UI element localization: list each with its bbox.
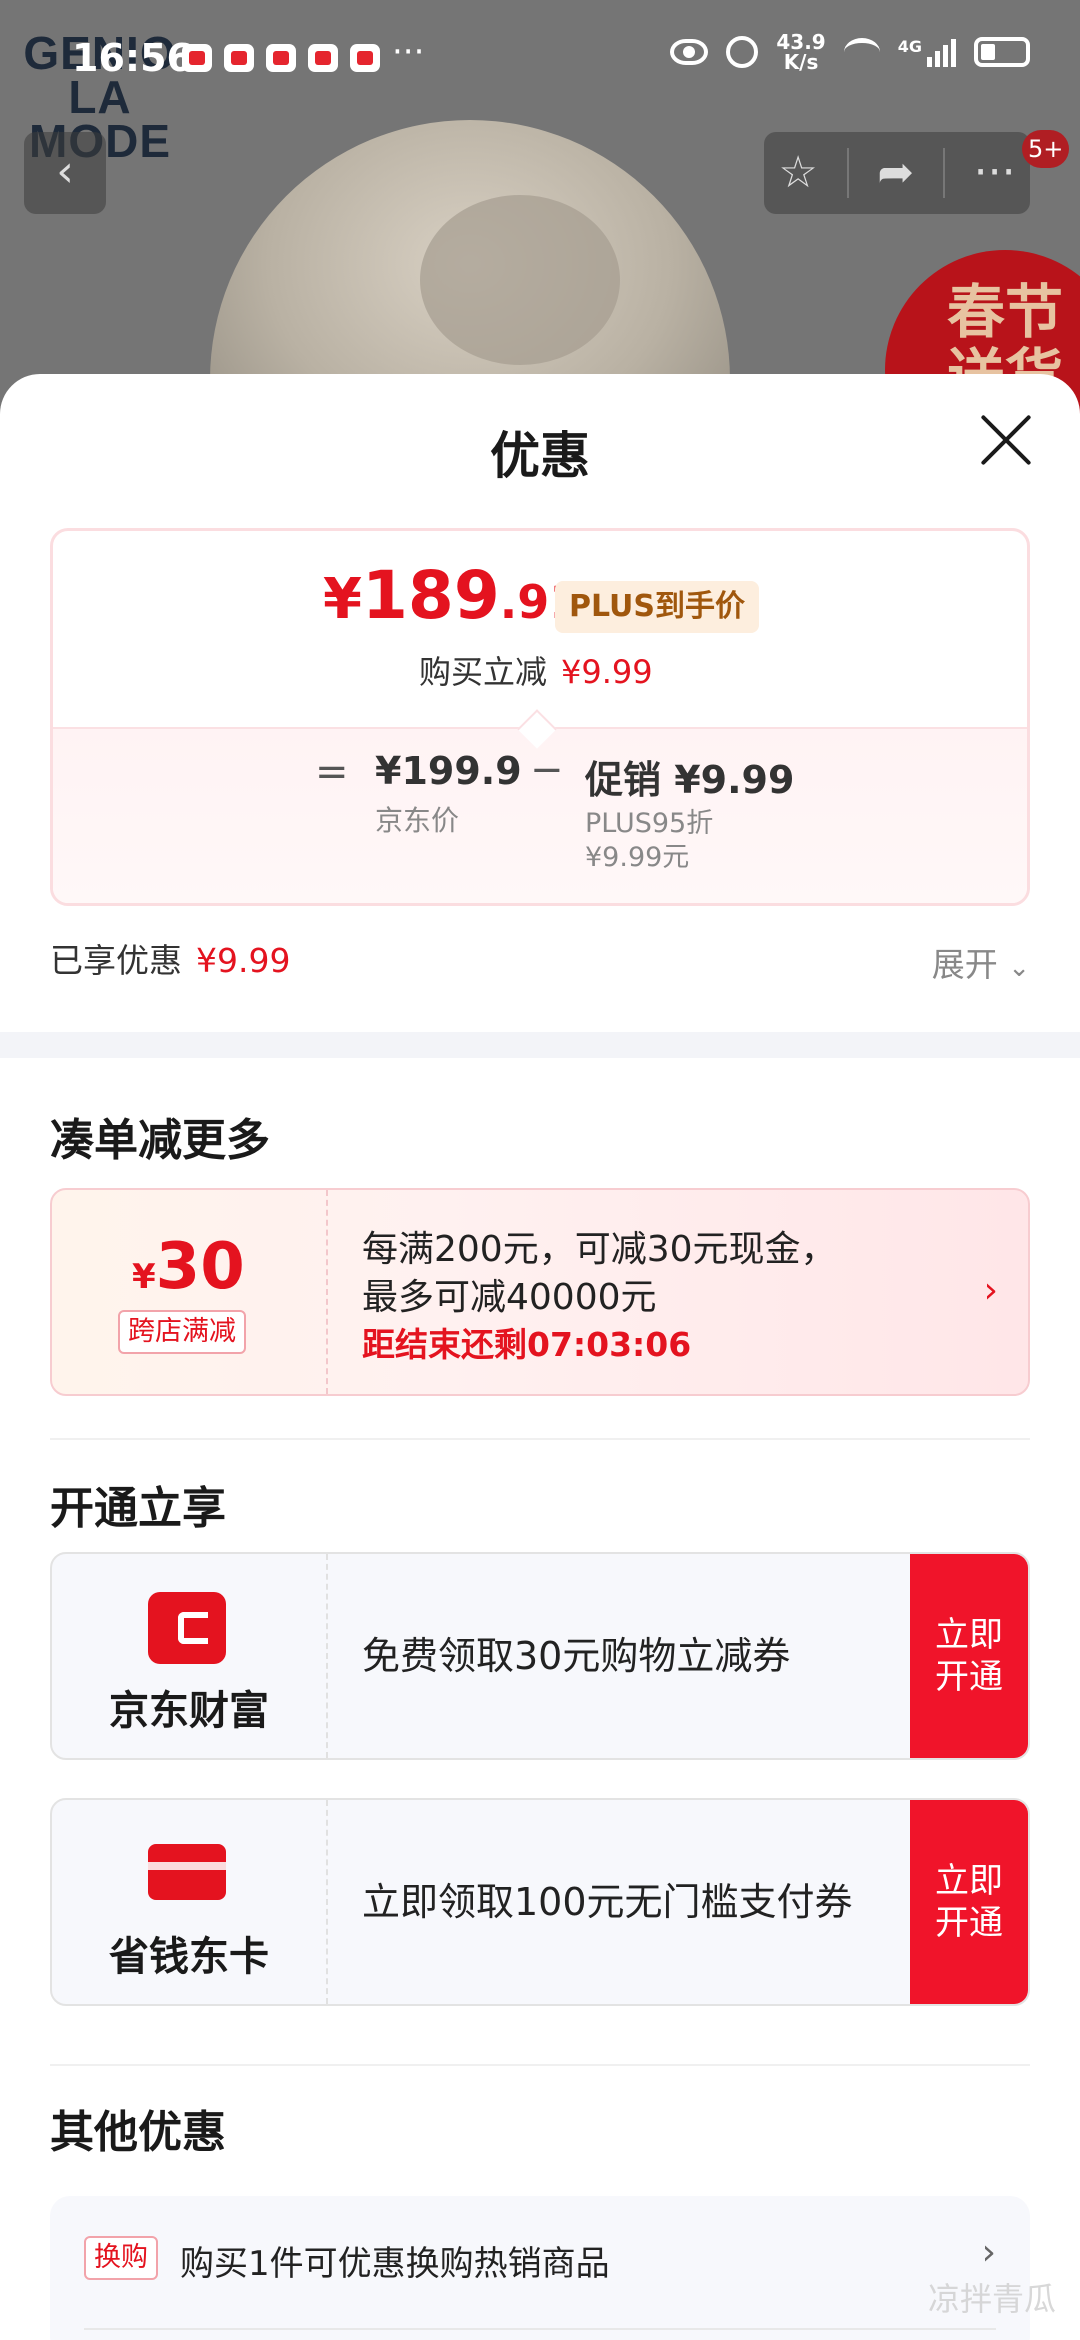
more-menu-icon[interactable]: ··· bbox=[974, 151, 1016, 195]
watermark: 凉拌青瓜 bbox=[927, 2280, 1056, 2318]
status-time: 16:56 bbox=[72, 36, 193, 80]
chevron-right-icon[interactable]: › bbox=[982, 2232, 996, 2273]
notification-icon bbox=[266, 44, 296, 72]
combine-section-title: 凑单减更多 bbox=[50, 1115, 270, 1166]
discount-sheet: 优惠 ¥189.91 PLUS到手价 购买立减 ¥9.99 = ¥199.9 京东… bbox=[0, 374, 1080, 2340]
jd-price: ¥199.9 bbox=[375, 749, 522, 793]
jd-wealth-card[interactable]: 京东财富 免费领取30元购物立减券 立即开通 bbox=[50, 1552, 1030, 1760]
section-divider bbox=[0, 1032, 1080, 1058]
jd-wealth-offer: 免费领取30元购物立减券 bbox=[362, 1634, 791, 1678]
coupon-rule-line2: 最多可减40000元 bbox=[362, 1277, 657, 1318]
status-bar: 16:56 ··· 43.9 K/s 4G bbox=[0, 0, 1080, 120]
more-notifications-icon: ··· bbox=[392, 32, 425, 72]
divider bbox=[50, 2064, 1030, 2066]
network-speed: 43.9 K/s bbox=[776, 30, 826, 74]
enjoyed-discount: 已享优惠 ¥9.99 bbox=[50, 941, 291, 980]
coupon-countdown: 距结束还剩07:03:06 bbox=[362, 1325, 692, 1364]
savings-card-name: 省钱东卡 bbox=[109, 1934, 269, 1980]
notification-icon bbox=[182, 44, 212, 72]
notification-icon bbox=[224, 44, 254, 72]
other-offers-list: 换购 购买1件可优惠换购热销商品 › bbox=[50, 2196, 1030, 2340]
credit-card-icon bbox=[148, 1844, 226, 1900]
open-jd-wealth-button[interactable]: 立即开通 bbox=[910, 1554, 1028, 1758]
alarm-icon bbox=[726, 36, 759, 68]
notification-icon bbox=[350, 44, 380, 72]
notification-icon bbox=[308, 44, 338, 72]
sheet-title: 优惠 bbox=[490, 427, 590, 485]
favorite-star-icon[interactable]: ☆ bbox=[778, 151, 817, 195]
final-price: ¥189.91 bbox=[323, 557, 582, 634]
close-icon[interactable] bbox=[976, 410, 1036, 470]
share-icon[interactable]: ➦ bbox=[877, 151, 914, 195]
jd-wealth-icon bbox=[148, 1592, 226, 1664]
other-section-title: 其他优惠 bbox=[50, 2107, 226, 2158]
coupon-rule-line1: 每满200元，可减30元现金， bbox=[362, 1229, 837, 1270]
plus-price-tag: PLUS到手价 bbox=[555, 581, 760, 633]
cross-store-coupon[interactable]: ¥30 跨店满减 每满200元，可减30元现金， 最多可减40000元 距结束还… bbox=[50, 1188, 1030, 1396]
top-action-bar: ☆ ➦ ··· bbox=[764, 132, 1030, 214]
product-image-hood bbox=[420, 195, 620, 365]
buy-reduce-line: 购买立减 ¥9.99 bbox=[419, 653, 653, 691]
minus-sign: − bbox=[530, 747, 564, 793]
savings-card-offer: 立即领取100元无门槛支付券 bbox=[362, 1880, 853, 1924]
promo-discount: 促销 ¥9.99 bbox=[585, 758, 795, 802]
exchange-offer-text[interactable]: 购买1件可优惠换购热销商品 bbox=[180, 2236, 610, 2285]
notification-icons bbox=[182, 44, 380, 72]
exchange-tag: 换购 bbox=[84, 2236, 158, 2280]
battery-icon bbox=[974, 37, 1030, 67]
eye-icon bbox=[670, 39, 709, 65]
plus95-value: ¥9.99元 bbox=[585, 842, 690, 873]
signal-icon: 4G bbox=[898, 37, 956, 67]
wifi-icon bbox=[843, 38, 880, 66]
equals-sign: = bbox=[315, 749, 349, 795]
chevron-right-icon[interactable]: › bbox=[984, 1270, 998, 1311]
open-section-title: 开通立享 bbox=[50, 1483, 226, 1534]
status-indicators: 43.9 K/s 4G bbox=[670, 32, 1030, 72]
message-badge: 5+ bbox=[1022, 130, 1070, 168]
divider bbox=[50, 1438, 1030, 1440]
open-savings-card-button[interactable]: 立即开通 bbox=[910, 1800, 1028, 2004]
savings-card[interactable]: 省钱东卡 立即领取100元无门槛支付券 立即开通 bbox=[50, 1798, 1030, 2006]
coupon-amount: ¥30 bbox=[132, 1230, 245, 1304]
expand-button[interactable]: 展开 ⌄ bbox=[932, 938, 1030, 986]
jd-price-label: 京东价 bbox=[375, 804, 460, 837]
coupon-type-tag: 跨店满减 bbox=[118, 1310, 246, 1354]
jd-wealth-name: 京东财富 bbox=[109, 1688, 269, 1734]
chevron-down-icon: ⌄ bbox=[1008, 953, 1030, 983]
price-breakdown-card: ¥189.91 PLUS到手价 购买立减 ¥9.99 = ¥199.9 京东价 −… bbox=[50, 528, 1030, 906]
back-button[interactable]: ‹ bbox=[24, 132, 106, 214]
